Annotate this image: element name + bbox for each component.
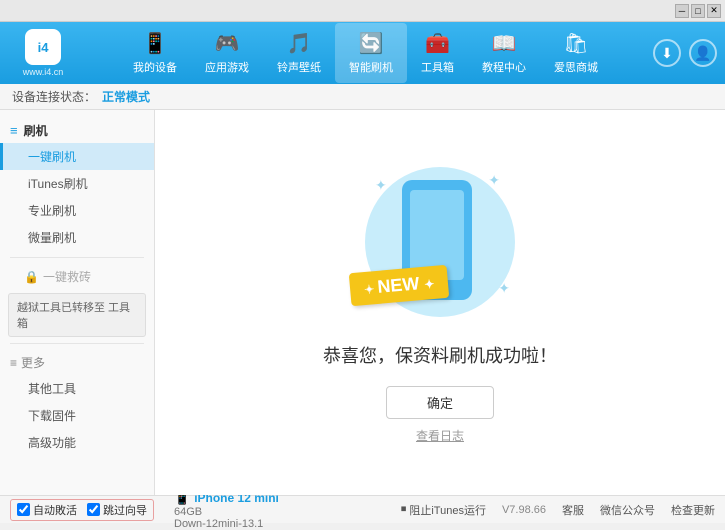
logo-text: i4 xyxy=(38,40,49,55)
close-button[interactable]: ✕ xyxy=(707,4,721,18)
status-value: 正常模式 xyxy=(102,88,150,105)
nav-item-label: 爱思商城 xyxy=(554,59,598,75)
version-text: V7.98.66 xyxy=(502,504,546,516)
device-fw: Down-12mini-13.1 xyxy=(174,518,279,530)
device-storage: 64GB xyxy=(174,506,279,518)
stop-itunes-button[interactable]: ⏹ 阻止iTunes运行 xyxy=(401,502,486,518)
bottom-bar: 自动敗活 跳过向导 📱 iPhone 12 mini 64GB Down-12m… xyxy=(0,495,725,523)
nav-item-ringtones[interactable]: 🎵 铃声壁纸 xyxy=(263,23,335,83)
content-area: ✦ ✦ ✦ NEW 恭喜您，保资料刷机成功啦！ 确定 查看日志 xyxy=(155,110,725,495)
nav-item-tutorial[interactable]: 📖 教程中心 xyxy=(468,23,540,83)
download-button[interactable]: ⬇ xyxy=(653,39,681,67)
nav-item-toolbox[interactable]: 🧰 工具箱 xyxy=(407,23,468,83)
nav-item-my-device[interactable]: 📱 我的设备 xyxy=(119,23,191,83)
success-illustration: ✦ ✦ ✦ NEW xyxy=(360,162,520,332)
sidebar-item-pro-flash[interactable]: 专业刷机 xyxy=(0,197,154,224)
logo-sub: www.i4.cn xyxy=(23,67,64,77)
auto-activate-input[interactable] xyxy=(17,503,30,516)
sidebar-divider-1 xyxy=(10,257,144,258)
nav-item-label: 教程中心 xyxy=(482,59,526,75)
sidebar-item-other-tools[interactable]: 其他工具 xyxy=(0,375,154,402)
view-log-link[interactable]: 查看日志 xyxy=(416,427,464,444)
support-link[interactable]: 客服 xyxy=(562,502,584,518)
lock-icon: 🔒 xyxy=(24,270,39,284)
confirm-button[interactable]: 确定 xyxy=(386,386,494,419)
nav-item-store[interactable]: 🛍 爱思商城 xyxy=(540,23,612,83)
nav-items: 📱 我的设备 🎮 应用游戏 🎵 铃声壁纸 🔄 智能刷机 🧰 工具箱 📖 教程中心… xyxy=(78,23,653,83)
skip-wizard-checkbox[interactable]: 跳过向导 xyxy=(87,502,147,518)
toolbox-icon: 🧰 xyxy=(425,31,450,56)
nav-item-label: 铃声壁纸 xyxy=(277,59,321,75)
sparkle-icon-3: ✦ xyxy=(498,280,510,297)
check-update-link[interactable]: 检查更新 xyxy=(671,502,715,518)
sidebar-more-section: ≡ 更多 xyxy=(0,350,154,375)
nav-bar: i4 www.i4.cn 📱 我的设备 🎮 应用游戏 🎵 铃声壁纸 🔄 智能刷机… xyxy=(0,22,725,84)
sidebar-divider-2 xyxy=(10,343,144,344)
sidebar-flash-section: ≡ 刷机 xyxy=(0,118,154,143)
device-icon: 📱 xyxy=(143,31,168,56)
sparkle-icon-1: ✦ xyxy=(375,177,387,194)
maximize-button[interactable]: □ xyxy=(691,4,705,18)
stop-icon: ⏹ xyxy=(401,503,407,516)
ringtone-icon: 🎵 xyxy=(287,31,312,56)
tutorial-icon: 📖 xyxy=(492,31,517,56)
more-section-icon: ≡ xyxy=(10,356,17,370)
device-info: 📱 iPhone 12 mini 64GB Down-12mini-13.1 xyxy=(174,490,279,530)
flash-section-icon: ≡ xyxy=(10,123,18,138)
sidebar-item-micro-flash[interactable]: 微量刷机 xyxy=(0,224,154,251)
checkbox-group: 自动敗活 跳过向导 xyxy=(10,499,154,521)
nav-item-label: 工具箱 xyxy=(421,59,454,75)
nav-item-label: 智能刷机 xyxy=(349,59,393,75)
store-icon: 🛍 xyxy=(563,31,588,56)
sidebar-item-rescue-disabled: 🔒 一键救砖 xyxy=(0,264,154,289)
title-bar: ─ □ ✕ xyxy=(0,0,725,22)
sidebar: ≡ 刷机 一键刷机 iTunes刷机 专业刷机 微量刷机 🔒 一键救砖 越狱工具… xyxy=(0,110,155,495)
main-layout: ≡ 刷机 一键刷机 iTunes刷机 专业刷机 微量刷机 🔒 一键救砖 越狱工具… xyxy=(0,110,725,495)
skip-wizard-input[interactable] xyxy=(87,503,100,516)
user-button[interactable]: 👤 xyxy=(689,39,717,67)
user-icon: 👤 xyxy=(694,45,711,62)
bottom-right: ⏹ 阻止iTunes运行 V7.98.66 客服 微信公众号 检查更新 xyxy=(401,502,715,518)
logo-icon: i4 xyxy=(25,29,61,65)
phone-container: ✦ ✦ ✦ NEW xyxy=(360,162,520,322)
nav-item-apps-games[interactable]: 🎮 应用游戏 xyxy=(191,23,263,83)
app-logo: i4 www.i4.cn xyxy=(8,29,78,77)
wechat-link[interactable]: 微信公众号 xyxy=(600,502,655,518)
sidebar-item-download-firmware[interactable]: 下载固件 xyxy=(0,402,154,429)
download-icon: ⬇ xyxy=(661,45,673,62)
nav-item-label: 应用游戏 xyxy=(205,59,249,75)
sidebar-item-itunes-flash[interactable]: iTunes刷机 xyxy=(0,170,154,197)
sparkle-icon-2: ✦ xyxy=(488,172,500,189)
minimize-button[interactable]: ─ xyxy=(675,4,689,18)
nav-item-label: 我的设备 xyxy=(133,59,177,75)
flash-icon: 🔄 xyxy=(359,31,384,56)
apps-icon: 🎮 xyxy=(215,31,240,56)
nav-right: ⬇ 👤 xyxy=(653,39,717,67)
bottom-left: 自动敗活 跳过向导 📱 iPhone 12 mini 64GB Down-12m… xyxy=(10,490,279,530)
nav-item-smart-flash[interactable]: 🔄 智能刷机 xyxy=(335,23,407,83)
status-bar: 设备连接状态： 正常模式 xyxy=(0,84,725,110)
sidebar-rescue-notice: 越狱工具已转移至 工具箱 xyxy=(8,293,146,337)
auto-activate-checkbox[interactable]: 自动敗活 xyxy=(17,502,77,518)
status-label: 设备连接状态： xyxy=(12,88,96,105)
window-controls[interactable]: ─ □ ✕ xyxy=(675,4,721,18)
sidebar-item-one-key-flash[interactable]: 一键刷机 xyxy=(0,143,154,170)
sidebar-item-advanced[interactable]: 高级功能 xyxy=(0,429,154,456)
success-message: 恭喜您，保资料刷机成功啦！ xyxy=(323,342,557,368)
sidebar-flash-label: 刷机 xyxy=(24,122,48,139)
